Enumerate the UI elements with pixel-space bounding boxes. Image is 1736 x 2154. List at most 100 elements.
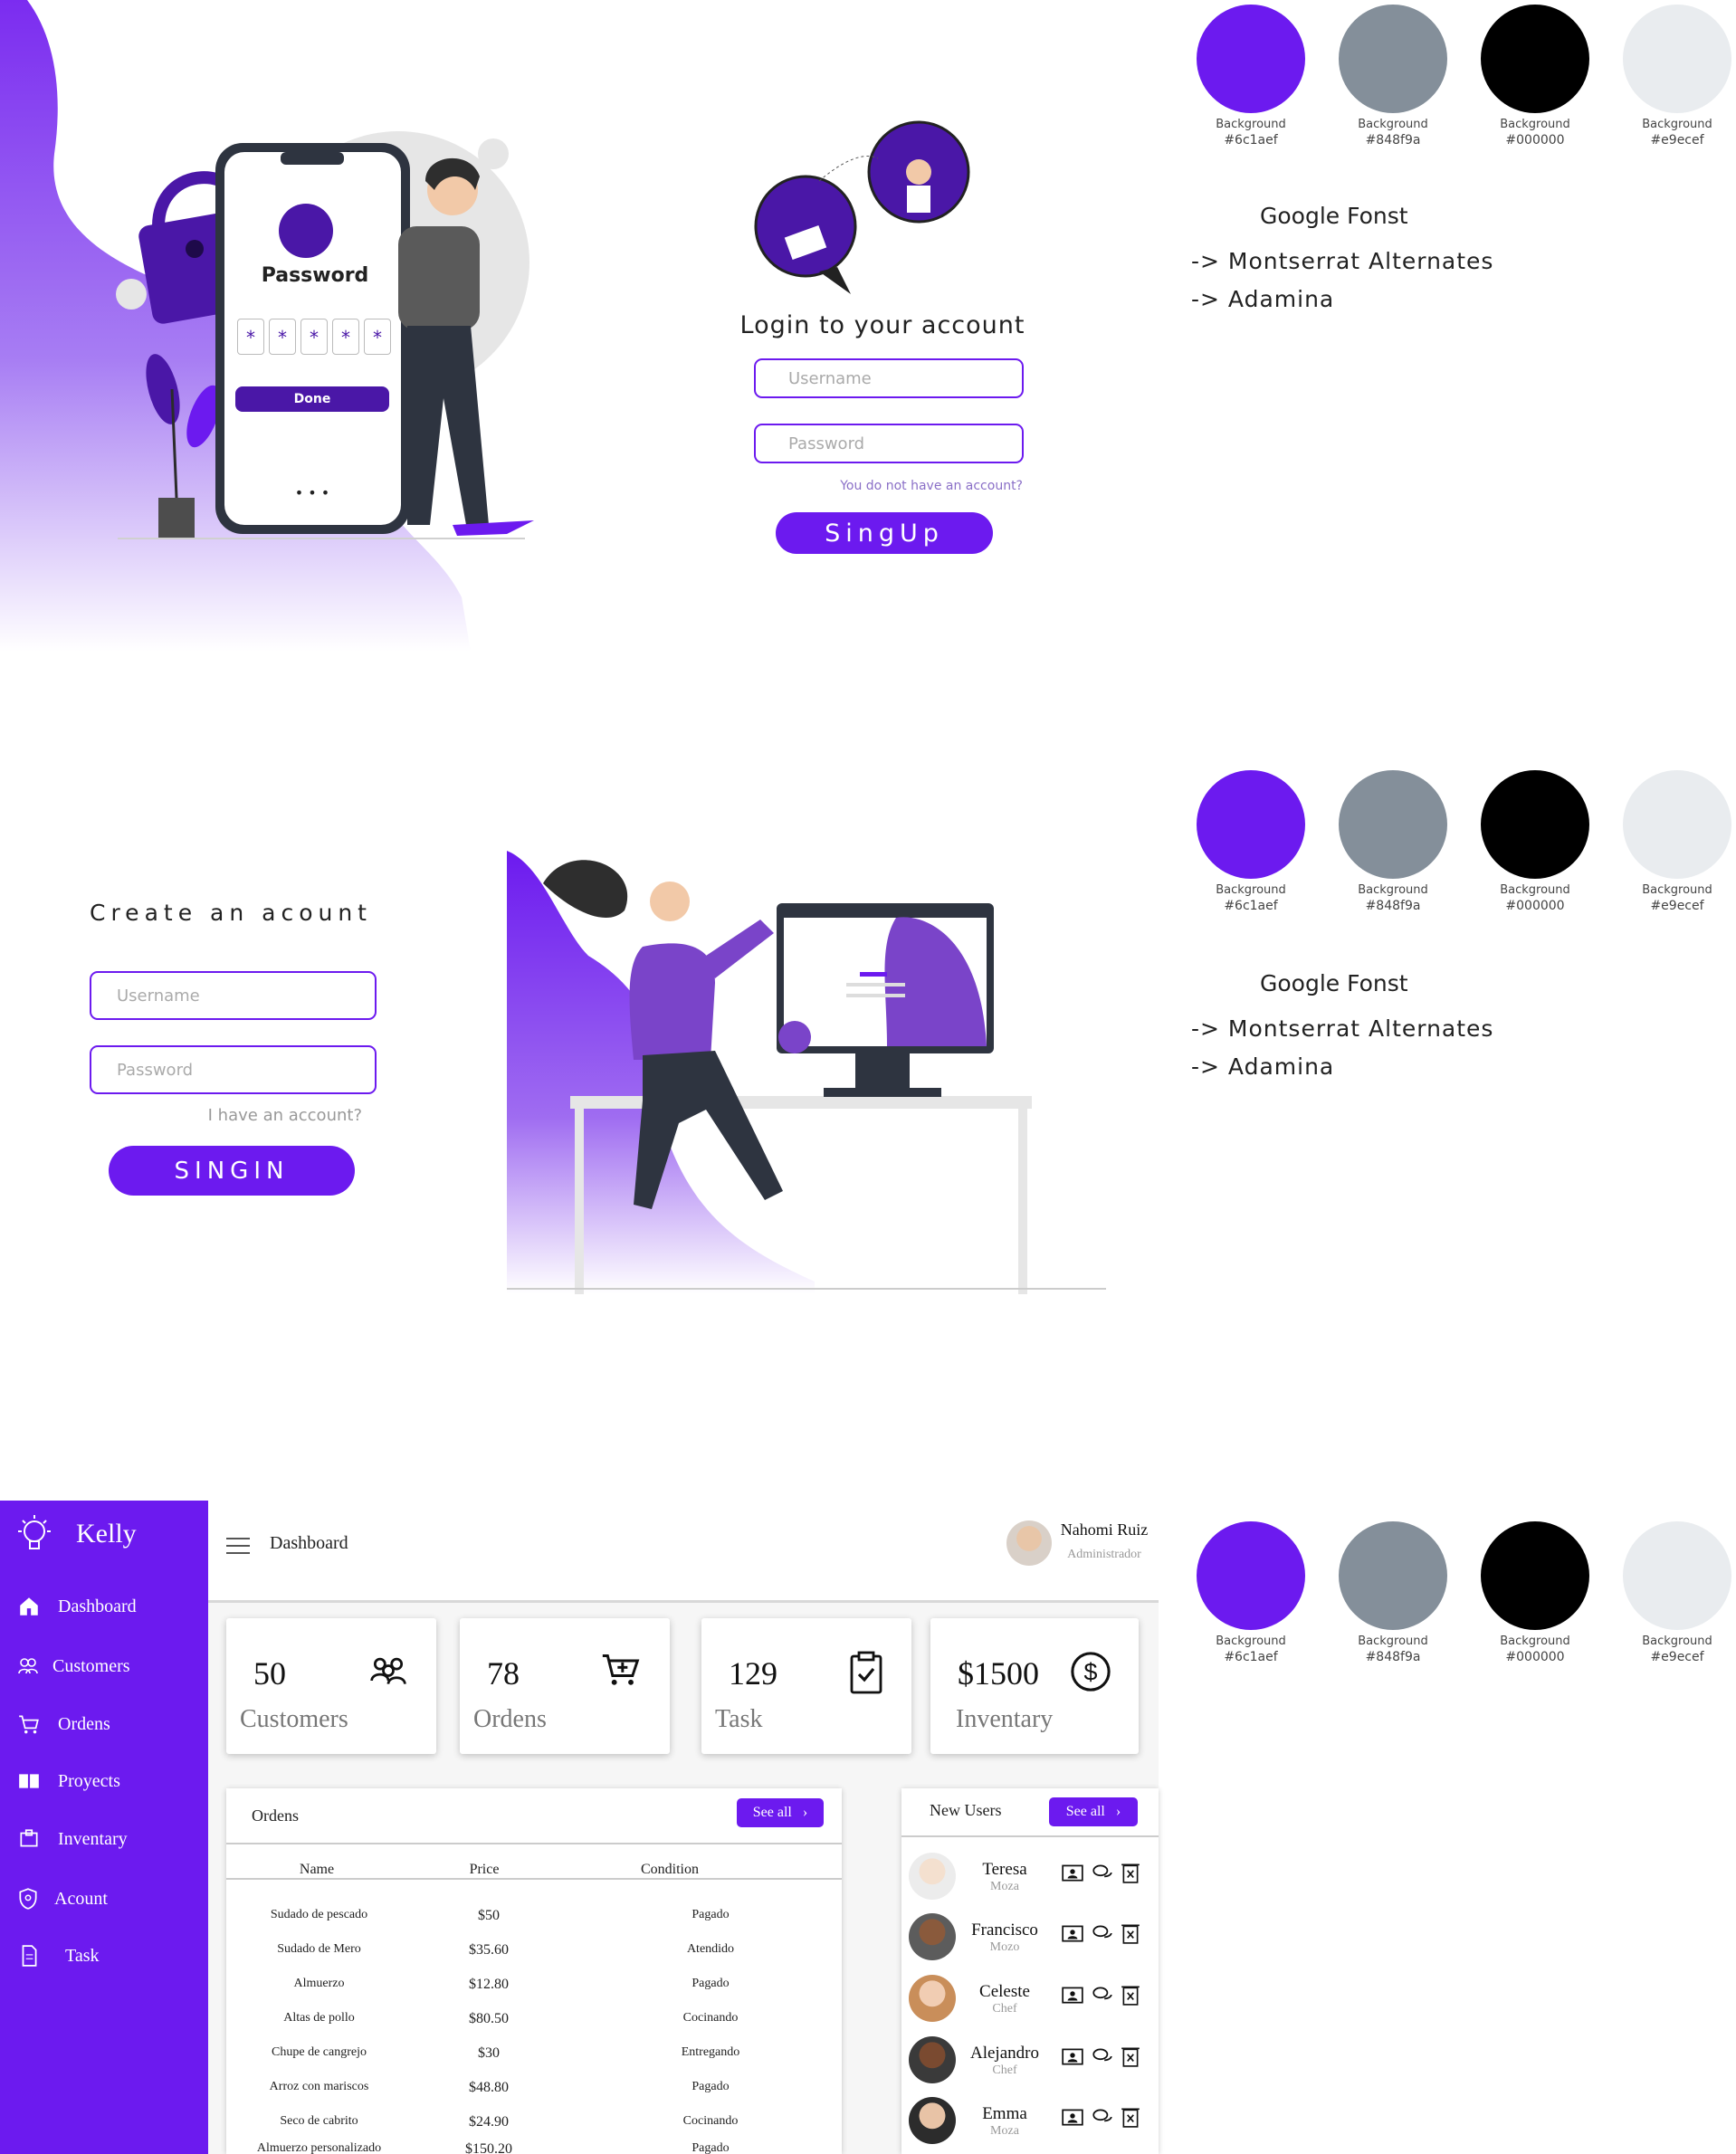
contact-card-icon[interactable] <box>1061 1922 1084 1944</box>
table-row[interactable]: Arroz con mariscos $48.80 Pagado <box>226 2071 842 2105</box>
contact-card-icon[interactable] <box>1061 1862 1084 1883</box>
swatch-circle <box>1481 1521 1589 1630</box>
cart-plus-icon <box>602 1654 640 1685</box>
user-row[interactable]: Alejandro Chef <box>905 2033 1154 2092</box>
chat-illustration <box>754 120 970 294</box>
contact-card-icon[interactable] <box>1061 2045 1084 2067</box>
swatch-label: Background <box>1642 1635 1712 1648</box>
stat-card-inventary[interactable]: $1500 Inventary $ <box>930 1618 1139 1754</box>
color-swatch: Background #6c1aef <box>1197 5 1305 148</box>
swatch-label: Background <box>1358 118 1428 131</box>
sidebar-item-label: Ordens <box>58 1713 110 1734</box>
login-username-input[interactable]: Username <box>754 358 1024 398</box>
contact-card-icon[interactable] <box>1061 1984 1084 2006</box>
table-row[interactable]: Sudado de Mero $35.60 Atendido <box>226 1933 842 1968</box>
stat-value: 78 <box>487 1655 520 1692</box>
color-swatch: Background #848f9a <box>1339 770 1447 914</box>
login-password-input[interactable]: Password <box>754 424 1024 463</box>
delete-icon[interactable] <box>1121 1862 1140 1883</box>
box-icon <box>20 1829 38 1847</box>
user-avatar[interactable] <box>1006 1520 1052 1566</box>
sidebar-item-inventary[interactable]: Inventary <box>16 1827 128 1851</box>
user-row[interactable]: Celeste Chef <box>905 1971 1154 2031</box>
signup-password-input[interactable]: Password <box>90 1045 377 1094</box>
color-swatch: Background #000000 <box>1481 1521 1589 1665</box>
orders-see-all-button[interactable]: See all › <box>737 1798 824 1827</box>
swatch-hex: #e9ecef <box>1650 1650 1704 1664</box>
color-swatch: Background #848f9a <box>1339 1521 1447 1665</box>
swatch-hex: #6c1aef <box>1224 1650 1278 1664</box>
font-item: -> Adamina <box>1191 1053 1335 1080</box>
delete-icon[interactable] <box>1121 1922 1140 1944</box>
user-row[interactable]: Teresa Moza <box>905 1849 1154 1909</box>
signup-username-input[interactable]: Username <box>90 971 377 1020</box>
chat-icon[interactable] <box>1091 1984 1114 2006</box>
user-row[interactable]: Francisco Mozo <box>905 1910 1154 1969</box>
sidebar-item-label: Task <box>65 1945 100 1966</box>
stat-card-customers[interactable]: 50 Customers <box>226 1618 436 1754</box>
delete-icon[interactable] <box>1121 2106 1140 2128</box>
user-row-name: Francisco <box>971 1920 1038 1940</box>
column-header-price: Price <box>469 1862 500 1877</box>
swatch-circle <box>1339 5 1447 113</box>
table-row[interactable]: Chupe de cangrejo $30 Entregando <box>226 2036 842 2071</box>
chevron-right-icon: › <box>1115 1804 1121 1819</box>
cart-icon <box>19 1715 39 1734</box>
delete-icon[interactable] <box>1121 1984 1140 2006</box>
login-signup-button[interactable]: SingUp <box>776 512 993 554</box>
login-no-account-link[interactable]: You do not have an account? <box>796 479 1023 493</box>
sidebar-item-ordens[interactable]: Ordens <box>16 1712 110 1736</box>
color-swatch: Background #6c1aef <box>1197 1521 1305 1665</box>
chat-icon[interactable] <box>1091 1922 1114 1944</box>
swatch-circle <box>1481 5 1589 113</box>
chat-icon[interactable] <box>1091 2106 1114 2128</box>
stat-value: 50 <box>253 1655 286 1692</box>
cell-condition: Pagado <box>692 2141 730 2154</box>
login-title: Login to your account <box>739 311 1025 339</box>
stat-card-ordens[interactable]: 78 Ordens <box>460 1618 670 1754</box>
users-icon <box>18 1658 38 1674</box>
signup-have-account-link[interactable]: I have an account? <box>154 1106 362 1125</box>
signup-signin-button[interactable]: SINGIN <box>109 1146 355 1196</box>
table-row[interactable]: Almuerzo $12.80 Pagado <box>226 1968 842 2002</box>
avatar <box>909 2036 956 2083</box>
cell-condition: Atendido <box>686 1942 735 1956</box>
color-swatch: Background #e9ecef <box>1623 1521 1731 1665</box>
sidebar-item-proyects[interactable]: Proyects <box>16 1769 120 1793</box>
users-icon <box>370 1657 406 1684</box>
table-row[interactable]: Altas de pollo $80.50 Cocinando <box>226 2002 842 2036</box>
cell-price: $50 <box>478 1908 500 1923</box>
sidebar-item-label: Acount <box>54 1888 108 1909</box>
swatch-label: Background <box>1642 883 1712 897</box>
phone-done-button: Done <box>235 386 389 412</box>
sidebar-item-dashboard[interactable]: Dashboard <box>16 1595 137 1618</box>
delete-icon[interactable] <box>1121 2045 1140 2067</box>
table-row[interactable]: Sudado de pescado $50 Pagado <box>226 1899 842 1933</box>
swatch-hex: #000000 <box>1505 899 1565 913</box>
color-swatch: Background #848f9a <box>1339 5 1447 148</box>
swatch-circle <box>1339 770 1447 879</box>
sidebar-item-task[interactable]: Task <box>16 1944 99 1968</box>
swatch-label: Background <box>1500 883 1570 897</box>
hamburger-menu-icon[interactable] <box>226 1537 252 1555</box>
user-row-role: Chef <box>992 2063 1017 2077</box>
chat-icon[interactable] <box>1091 2045 1114 2067</box>
contact-card-icon[interactable] <box>1061 2106 1084 2128</box>
swatch-hex: #000000 <box>1505 1650 1565 1664</box>
stat-card-task[interactable]: 129 Task <box>701 1618 911 1754</box>
avatar <box>909 1913 956 1960</box>
new-users-see-all-button[interactable]: See all › <box>1049 1797 1138 1826</box>
sidebar-item-acount[interactable]: Acount <box>16 1887 108 1911</box>
avatar <box>909 1853 956 1900</box>
swatch-circle <box>1339 1521 1447 1630</box>
see-all-label: See all <box>752 1805 792 1820</box>
table-row[interactable]: Almuerzo personalizado $150.20 Pagado <box>226 2132 842 2154</box>
sidebar-item-customers[interactable]: Customers <box>16 1655 130 1677</box>
user-row[interactable]: Emma Moza <box>905 2093 1154 2153</box>
chat-icon[interactable] <box>1091 1862 1114 1883</box>
see-all-label: See all <box>1065 1804 1105 1819</box>
user-row-name: Emma <box>982 2104 1027 2123</box>
lightbulb-icon <box>18 1515 51 1549</box>
color-swatch: Background #000000 <box>1481 770 1589 914</box>
user-row-name: Alejandro <box>970 2044 1039 2063</box>
